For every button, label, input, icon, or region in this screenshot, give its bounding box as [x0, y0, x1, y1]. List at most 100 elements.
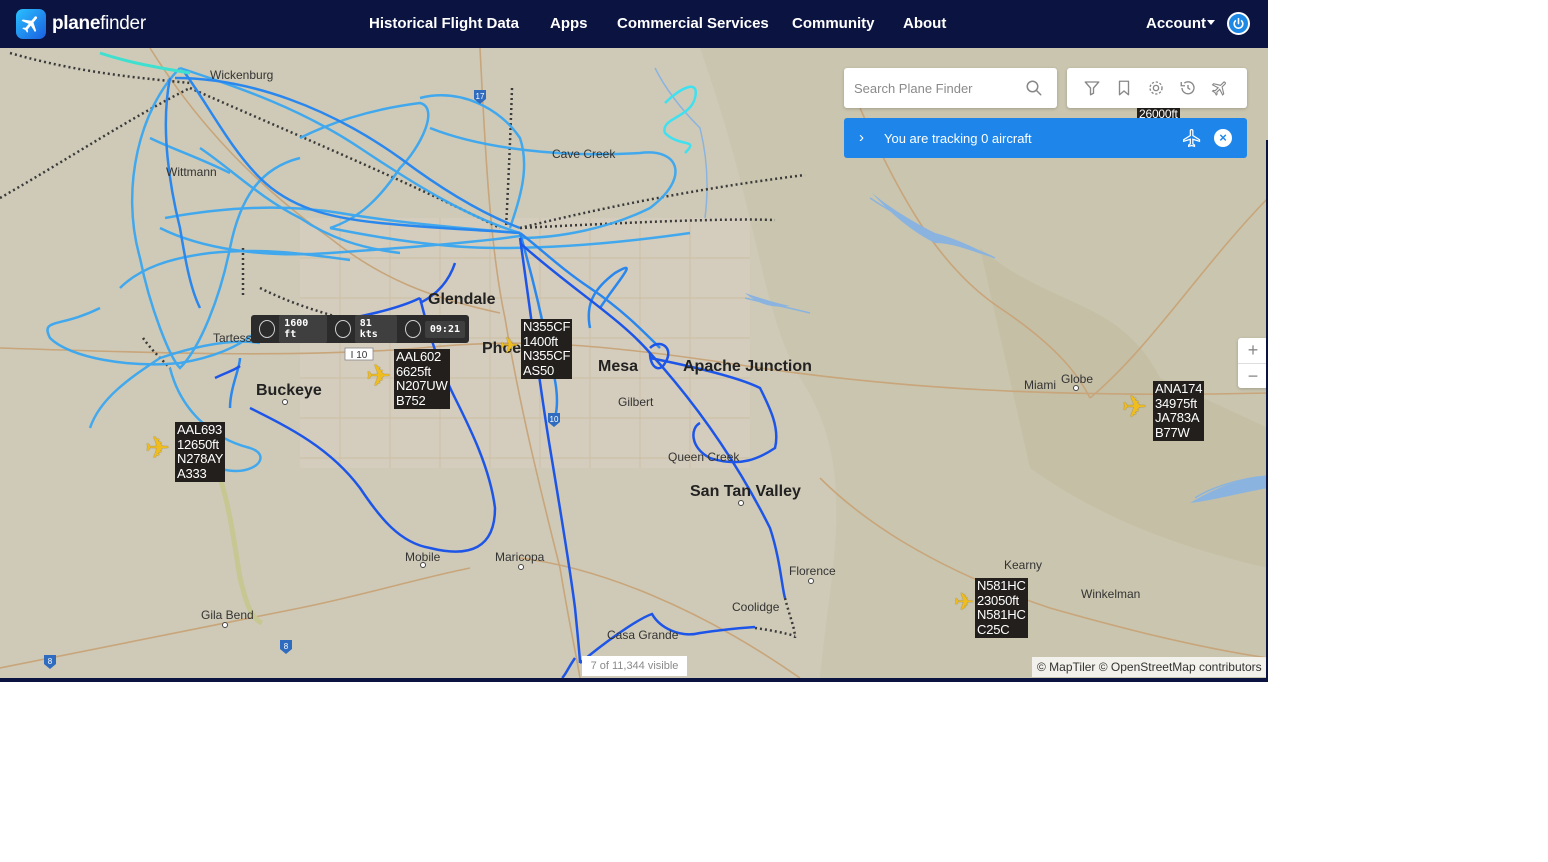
place-marker [518, 564, 524, 570]
aircraft-label[interactable]: N581HC 23050ft N581HC C25C [975, 578, 1028, 638]
place-coolidge: Coolidge [732, 600, 780, 614]
place-wittmann: Wittmann [166, 165, 217, 179]
zoom-controls: + − [1238, 338, 1268, 388]
nav-commercial-services[interactable]: Commercial Services [617, 15, 769, 32]
aircraft-label[interactable]: N355CF 1400ft N355CF AS50 [521, 319, 573, 379]
aircraft-callsign: N355CF [523, 319, 571, 334]
caret-down-icon[interactable] [1207, 20, 1215, 25]
selected-flight-info-bar: 1600 ft 81 kts 09:21 [251, 315, 469, 343]
logo-wordmark-thin: finder [100, 13, 146, 34]
map-attribution[interactable]: © MapTiler © OpenStreetMap contributors [1032, 657, 1266, 677]
aircraft-icon[interactable]: ✈ [954, 588, 974, 618]
place-florence: Florence [789, 564, 836, 578]
aircraft-label[interactable]: AAL602 6625ft N207UW B752 [394, 349, 450, 409]
aircraft-altitude: 12650ft [177, 436, 219, 452]
aircraft-altitude: 34975ft [1155, 395, 1197, 411]
aircraft-icon[interactable]: ✈ [366, 362, 391, 392]
place-winkelman: Winkelman [1081, 587, 1141, 601]
filter-icon[interactable] [1083, 79, 1101, 97]
bookmark-icon[interactable] [1115, 79, 1133, 97]
place-wickenburg: Wickenburg [210, 68, 274, 82]
aircraft-registration: N278AY [177, 451, 224, 466]
place-marker [420, 562, 426, 568]
aircraft-callsign: AAL602 [396, 349, 442, 364]
svg-text:8: 8 [284, 642, 289, 651]
aircraft-registration: N355CF [523, 348, 571, 363]
aircraft-type: C25C [977, 621, 1010, 637]
search-box [844, 68, 1057, 108]
history-icon[interactable] [1179, 79, 1197, 97]
nav-community[interactable]: Community [792, 15, 875, 32]
aircraft-registration: N207UW [396, 378, 448, 393]
flight-altitude: 1600 ft [279, 315, 327, 343]
aircraft-callsign: AAL693 [177, 422, 223, 437]
place-marker [222, 622, 228, 628]
place-maricopa: Maricopa [495, 550, 545, 564]
map-right-border [1266, 140, 1268, 680]
tracking-text: You are tracking 0 aircraft [884, 131, 1032, 146]
planefinder-logo[interactable]: planefinder [16, 9, 146, 39]
aircraft-type: B752 [396, 392, 426, 408]
power-icon[interactable] [1227, 12, 1250, 35]
aircraft-type: AS50 [523, 362, 555, 378]
place-glendale: Glendale [428, 291, 496, 308]
place-marker [1073, 385, 1079, 391]
altitude-icon [259, 320, 276, 338]
aircraft-registration: JA783A [1155, 410, 1200, 425]
aircraft-altitude: 1400ft [523, 333, 558, 349]
visible-aircraft-count: 7 of 11,344 visible [582, 656, 687, 676]
aircraft-callsign: ANA174 [1155, 381, 1203, 396]
place-kearny: Kearny [1004, 558, 1043, 572]
place-marker [808, 578, 814, 584]
svg-text:17: 17 [476, 92, 485, 101]
map-bottom-border [0, 678, 1268, 682]
chevron-right-icon[interactable]: › [859, 129, 864, 146]
flight-speed: 81 kts [354, 315, 397, 343]
place-miami: Miami [1024, 378, 1056, 392]
speed-icon [334, 320, 351, 338]
flight-time: 09:21 [424, 320, 465, 338]
place-apache-junction: Apache Junction [683, 358, 812, 375]
airport-icon[interactable] [1211, 79, 1229, 97]
plane-finder-app: planefinder Historical Flight Data Apps … [0, 0, 1268, 682]
search-icon[interactable] [1025, 79, 1043, 102]
svg-text:8: 8 [48, 657, 53, 666]
zoom-out-button[interactable]: − [1238, 363, 1268, 388]
nav-about[interactable]: About [903, 15, 946, 32]
place-gilbert: Gilbert [618, 395, 654, 409]
account-menu[interactable]: Account [1146, 15, 1206, 32]
logo-wordmark: planefinder [52, 13, 146, 35]
nav-apps[interactable]: Apps [550, 15, 588, 32]
place-marker [738, 500, 744, 506]
search-input[interactable] [854, 77, 1019, 99]
place-globe: Globe [1061, 372, 1094, 386]
settings-icon[interactable] [1147, 79, 1165, 97]
clock-icon [404, 320, 421, 338]
aircraft-icon[interactable]: ✈ [145, 434, 170, 464]
plane-logo-icon [16, 9, 46, 39]
helicopter-icon[interactable]: ✈ [500, 331, 518, 361]
aircraft-registration: N581HC [977, 607, 1026, 622]
aircraft-type: B77W [1155, 424, 1190, 440]
place-casa-grande: Casa Grande [607, 628, 679, 642]
aircraft-altitude: 6625ft [396, 363, 431, 379]
aircraft-label[interactable]: AAL693 12650ft N278AY A333 [175, 422, 226, 482]
aircraft-icon[interactable]: ✈ [1122, 393, 1147, 423]
place-queen-creek: Queen Creek [668, 450, 740, 464]
place-marker [282, 399, 288, 405]
tracking-bar[interactable]: › You are tracking 0 aircraft × [844, 118, 1247, 158]
map-toolbar [1067, 68, 1247, 108]
aircraft-callsign: N581HC [977, 578, 1026, 593]
aircraft-type: A333 [177, 465, 207, 481]
place-buckeye: Buckeye [256, 382, 322, 399]
place-gila-bend: Gila Bend [201, 608, 254, 622]
nav-historical-flight-data[interactable]: Historical Flight Data [369, 15, 519, 32]
close-icon[interactable]: × [1214, 129, 1232, 147]
place-san-tan-valley: San Tan Valley [690, 483, 801, 500]
aircraft-label[interactable]: ANA174 34975ft JA783A B77W [1153, 381, 1205, 441]
aircraft-altitude: 23050ft [977, 592, 1019, 608]
place-cave-creek: Cave Creek [552, 147, 616, 161]
zoom-in-button[interactable]: + [1238, 338, 1268, 363]
logo-wordmark-bold: plane [52, 13, 101, 34]
svg-text:10: 10 [550, 415, 559, 424]
